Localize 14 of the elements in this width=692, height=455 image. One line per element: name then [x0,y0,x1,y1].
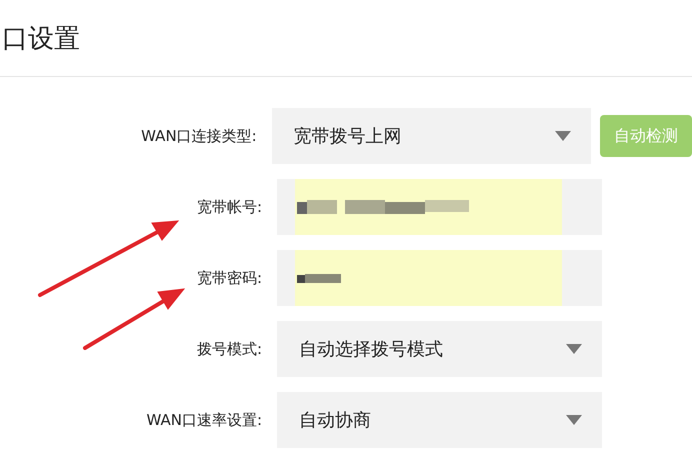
dropdown[interactable]: 自动选择拨号模式 [277,321,602,377]
input-field[interactable] [277,179,602,235]
dropdown[interactable]: 自动协商 [277,392,602,448]
dropdown[interactable]: 宽带拨号上网 [272,108,591,164]
page-title: 口设置 [2,22,80,56]
input-field[interactable] [277,250,602,306]
field-label: 宽带密码: [196,268,262,288]
field-label: 宽带帐号: [196,198,262,216]
caret-icon [566,415,582,425]
field-label: WAN口速率设置: [145,410,262,430]
field-label: 拨号模式: [196,340,262,358]
field-label: WAN口连接类型: [140,126,257,146]
caret-icon [555,131,571,141]
caret-icon [566,344,582,354]
